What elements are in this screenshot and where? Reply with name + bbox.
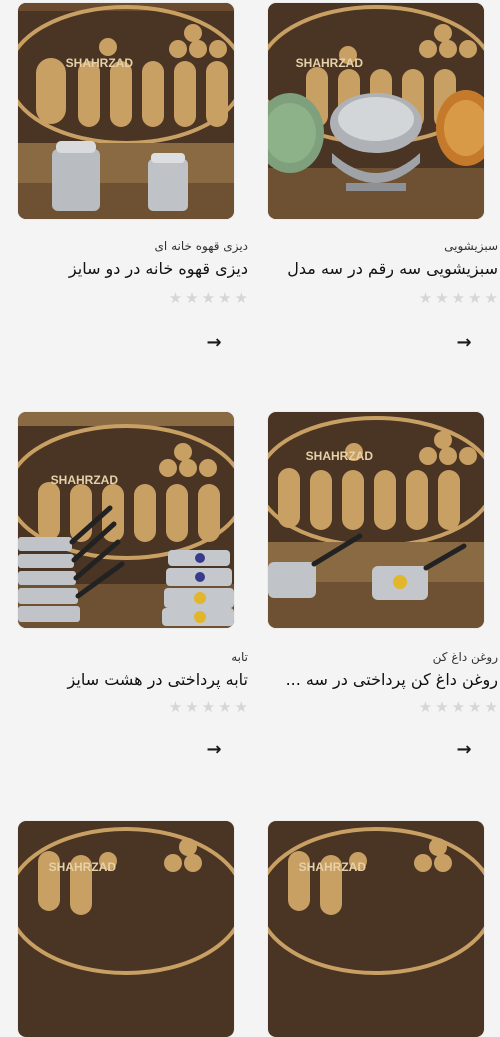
product-title[interactable]: روغن داغ کن پرداختی در سه ... <box>268 670 498 689</box>
svg-text:SHAHRZAD: SHAHRZAD <box>49 860 117 874</box>
svg-text:SHAHRZAD: SHAHRZAD <box>51 473 119 487</box>
product-photo: SHAHRZAD <box>268 821 484 1037</box>
star-icon: ★ <box>451 289 466 307</box>
rating-stars: ★ ★ ★ ★ ★ <box>418 698 498 716</box>
product-category[interactable]: روغن داغ کن <box>268 650 498 664</box>
product-image[interactable]: SHAHRZAD <box>268 3 484 219</box>
arrow-right-icon[interactable]: → <box>202 333 226 353</box>
product-image[interactable]: SHAHRZAD <box>18 3 234 219</box>
star-icon: ★ <box>484 289 498 307</box>
star-icon: ★ <box>201 698 216 716</box>
product-photo: SHAHRZAD <box>18 821 234 1037</box>
star-icon: ★ <box>185 289 199 307</box>
star-icon: ★ <box>435 698 449 716</box>
rating-stars: ★ ★ ★ ★ ★ <box>418 289 498 307</box>
star-icon: ★ <box>218 698 232 716</box>
star-icon: ★ <box>418 289 433 307</box>
star-icon: ★ <box>418 698 433 716</box>
star-icon: ★ <box>218 289 232 307</box>
product-category[interactable]: دیزی قهوه خانه ای <box>18 239 248 253</box>
star-icon: ★ <box>234 698 248 716</box>
star-icon: ★ <box>168 289 183 307</box>
pans-stack-photo: SHAHRZAD <box>18 412 234 628</box>
svg-text:SHAHRZAD: SHAHRZAD <box>306 449 374 463</box>
star-icon: ★ <box>234 289 248 307</box>
svg-text:SHAHRZAD: SHAHRZAD <box>299 860 367 874</box>
product-category[interactable]: تابه <box>18 650 248 664</box>
rating-stars: ★ ★ ★ ★ ★ <box>168 289 248 307</box>
star-icon: ★ <box>185 698 199 716</box>
saucepans-photo: SHAHRZAD <box>268 412 484 628</box>
star-icon: ★ <box>168 698 183 716</box>
star-icon: ★ <box>468 698 482 716</box>
product-category[interactable]: سبزیشویی <box>268 239 498 253</box>
product-image[interactable]: SHAHRZAD <box>268 412 484 628</box>
svg-text:SHAHRZAD: SHAHRZAD <box>66 56 134 70</box>
star-icon: ★ <box>451 698 466 716</box>
arrow-right-icon[interactable]: → <box>452 333 476 353</box>
product-image[interactable]: SHAHRZAD <box>18 412 234 628</box>
svg-text:SHAHRZAD: SHAHRZAD <box>296 56 364 70</box>
colanders-photo: SHAHRZAD <box>268 3 484 219</box>
arrow-right-icon[interactable]: → <box>452 740 476 760</box>
product-image[interactable]: SHAHRZAD <box>268 821 484 1037</box>
aluminum-pots-photo: SHAHRZAD <box>18 3 234 219</box>
arrow-right-icon[interactable]: → <box>202 740 226 760</box>
product-title[interactable]: دیزی قهوه خانه در دو سایز <box>18 259 248 278</box>
product-image[interactable]: SHAHRZAD <box>18 821 234 1037</box>
product-title[interactable]: تابه پرداختی در هشت سایز <box>18 670 248 689</box>
star-icon: ★ <box>484 698 498 716</box>
star-icon: ★ <box>468 289 482 307</box>
star-icon: ★ <box>201 289 216 307</box>
star-icon: ★ <box>435 289 449 307</box>
product-title[interactable]: سبزیشویی سه رقم در سه مدل <box>268 259 498 278</box>
rating-stars: ★ ★ ★ ★ ★ <box>168 698 248 716</box>
